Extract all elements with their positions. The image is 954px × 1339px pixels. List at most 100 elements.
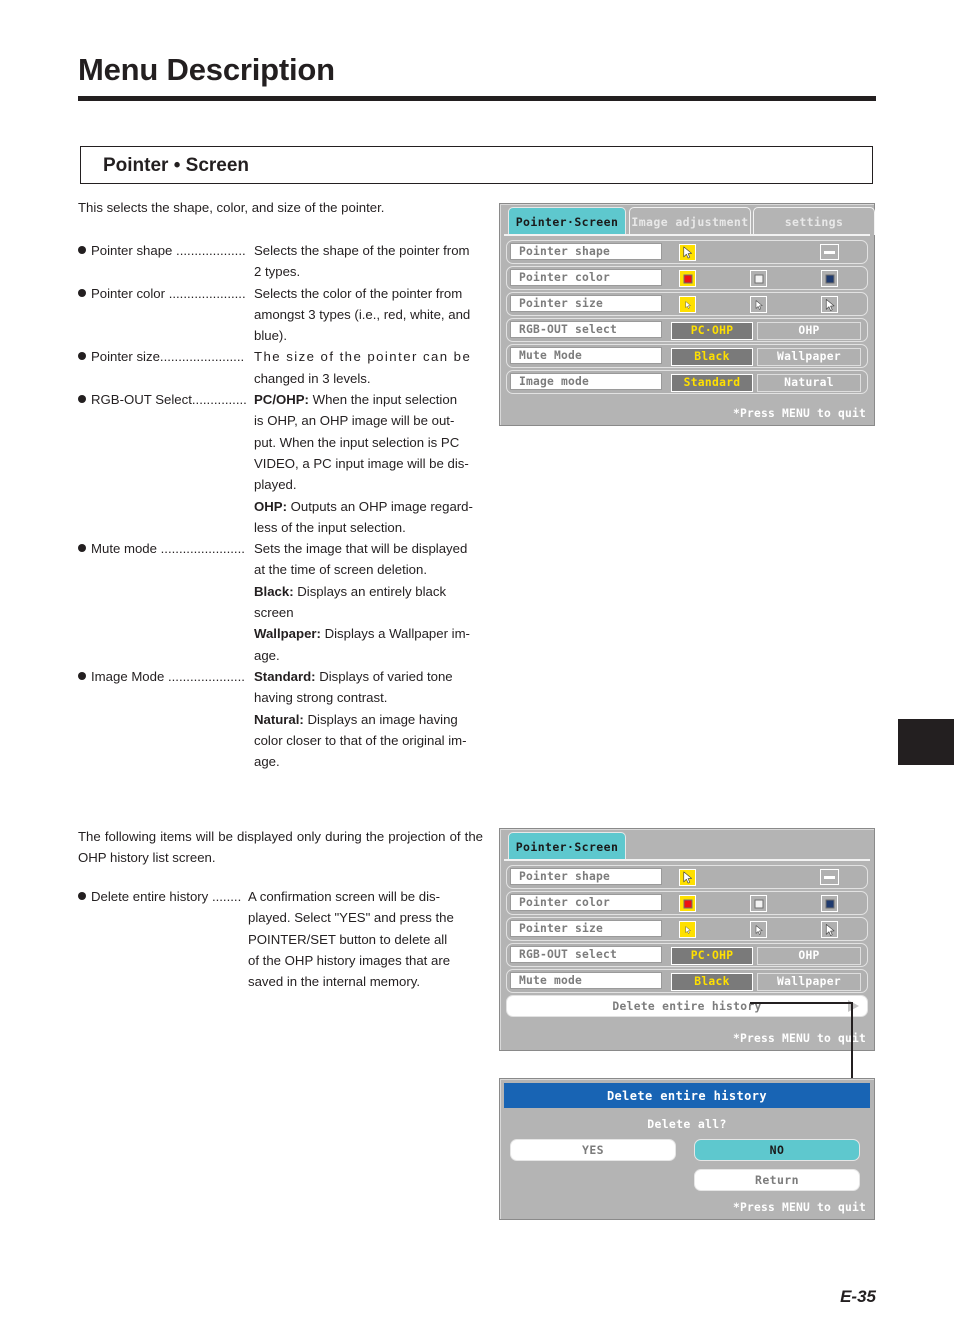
osd-option-wallpaper[interactable]: Wallpaper [757, 347, 861, 366]
osd-row-pointer-color[interactable]: Pointer color [506, 891, 868, 915]
dialog-button-no[interactable]: NO [694, 1139, 860, 1161]
osd-row-mute-mode[interactable]: Mute Mode Black Wallpaper [506, 344, 868, 368]
cursor-large-icon[interactable] [821, 921, 838, 938]
osd-row-rgb-out-select[interactable]: RGB-OUT select PC·OHP OHP [506, 943, 868, 967]
cursor-medium-icon[interactable] [750, 921, 767, 938]
cursor-arrow-icon[interactable] [679, 244, 696, 261]
cursor-size-glyph [683, 300, 692, 309]
osd1-tabbar: Pointer·Screen Image adjustment settings [504, 207, 875, 237]
osd-row-label: Pointer shape [510, 243, 662, 260]
definition-term: RGB-OUT Select............... [78, 389, 254, 410]
osd-row-label: Pointer color [510, 269, 662, 286]
cursor-large-icon[interactable] [821, 296, 838, 313]
definition-description-line: Black: Displays an entirely black [254, 583, 447, 599]
color-chip [754, 274, 763, 283]
intro-paragraph: This selects the shape, color, and size … [78, 200, 385, 215]
osd-row-pointer-shape[interactable]: Pointer shape [506, 865, 868, 889]
tab-settings[interactable]: settings [753, 207, 875, 235]
definition-description-line: age. [254, 754, 280, 770]
color-swatch-red-icon[interactable] [679, 270, 696, 287]
cursor-glyph [684, 300, 691, 309]
tab-image-adjustment[interactable]: Image adjustment [629, 207, 751, 235]
osd2-tab-underline [504, 859, 870, 861]
osd-option-black[interactable]: Black [671, 347, 753, 366]
definition-description-line: played. [254, 477, 297, 493]
definition-description: Standard: Displays of varied tone [254, 668, 453, 684]
cursor-glyph [684, 925, 691, 934]
color-swatch-white-icon[interactable] [750, 895, 767, 912]
definition-row: Image Mode ..................... Standard… [78, 666, 483, 687]
cursor-small-icon[interactable] [679, 921, 696, 938]
bullet-icon [78, 395, 86, 404]
definition-term: Pointer color ..................... [78, 283, 254, 304]
cursor-glyph [683, 246, 692, 259]
osd-row-label: Image mode [510, 373, 662, 390]
color-chip [825, 274, 834, 283]
cursor-medium-icon[interactable] [750, 296, 767, 313]
color-swatch-white-icon[interactable] [750, 270, 767, 287]
osd-row-delete-entire-history[interactable]: Delete entire history [506, 995, 868, 1017]
manual-page: Menu Description Pointer • Screen This s… [0, 0, 954, 1339]
osd-option-pc-ohp[interactable]: PC·OHP [671, 946, 753, 965]
osd-row-rgb-out-select[interactable]: RGB-OUT select PC·OHP OHP [506, 318, 868, 342]
definition-description-line: blue). [254, 328, 287, 344]
osd-option-ohp[interactable]: OHP [757, 321, 861, 340]
definition-description: Selects the color of the pointer from [254, 285, 463, 301]
bullet-icon [78, 246, 86, 254]
osd-menu-history-variant: Pointer·Screen *Press MENU to quit Point… [499, 828, 875, 1051]
osd-row-label: Mute Mode [510, 347, 662, 364]
osd-row-label: Pointer shape [510, 868, 662, 885]
definition-description-line: 2 types. [254, 264, 301, 280]
dash-bar-icon[interactable] [820, 869, 839, 885]
cursor-arrow-icon[interactable] [679, 869, 696, 886]
color-chip [754, 899, 763, 908]
cursor-size-glyph [753, 924, 765, 936]
tab-pointer-screen[interactable]: Pointer·Screen [508, 207, 626, 235]
osd-option-natural[interactable]: Natural [757, 373, 861, 392]
osd-option-ohp[interactable]: OHP [757, 946, 861, 965]
bullet-icon [78, 671, 86, 680]
osd1-tab-underline [504, 234, 870, 236]
osd-row-mute-mode[interactable]: Mute mode Black Wallpaper [506, 969, 868, 993]
osd1-footer-hint: *Press MENU to quit [732, 407, 866, 420]
definition-description-line: amongst 3 types (i.e., red, white, and [254, 306, 471, 322]
tab-label: settings [784, 214, 844, 229]
osd-row-pointer-shape[interactable]: Pointer shape [506, 240, 868, 264]
osd-row-pointer-size[interactable]: Pointer size [506, 917, 868, 941]
color-swatch-blue-icon[interactable] [821, 270, 838, 287]
cursor-small-icon[interactable] [679, 296, 696, 313]
definition-row: Delete entire history ........ A confirma… [78, 886, 483, 907]
osd-option-standard[interactable]: Standard [671, 373, 753, 392]
definition-description-line: at the time of screen deletion. [254, 562, 428, 578]
osd-row-pointer-color[interactable]: Pointer color [506, 266, 868, 290]
osd-option-pc-ohp[interactable]: PC·OHP [671, 321, 753, 340]
dialog-button-yes[interactable]: YES [510, 1139, 676, 1161]
cursor-size-glyph [683, 925, 692, 934]
osd-row-pointer-size[interactable]: Pointer size [506, 292, 868, 316]
tab-label: Pointer·Screen [515, 214, 619, 229]
osd-option-black[interactable]: Black [671, 972, 753, 991]
page-number: E-35 [840, 1287, 876, 1306]
color-swatch-red-icon[interactable] [679, 895, 696, 912]
definition-description-line: POINTER/SET button to delete all [248, 931, 448, 947]
color-swatch-blue-icon[interactable] [821, 895, 838, 912]
section-title: Pointer • Screen [103, 155, 250, 176]
dialog-button-return[interactable]: Return [694, 1169, 860, 1191]
dash-bar-icon[interactable] [820, 244, 839, 260]
definition-description-line: saved in the internal memory. [248, 974, 421, 990]
osd-option-wallpaper[interactable]: Wallpaper [757, 972, 861, 991]
history-note-paragraph: The following items will be displayed on… [78, 829, 483, 866]
cursor-glyph [825, 298, 834, 311]
callout-connector-horizontal [750, 1002, 852, 1004]
definition-term: Image Mode ..................... [78, 666, 254, 687]
tab-label: Image adjustment [631, 214, 749, 229]
definition-description-line: played. Select "YES" and press the [248, 910, 454, 926]
bullet-icon [78, 288, 86, 297]
tab-pointer-screen[interactable]: Pointer·Screen [508, 832, 626, 860]
dialog-question: Delete all? [647, 1117, 727, 1131]
bullet-icon [78, 352, 86, 361]
dash-bar [824, 876, 835, 879]
definition-description-line: having strong contrast. [254, 690, 388, 706]
osd-row-image-mode[interactable]: Image mode Standard Natural [506, 370, 868, 394]
definition-description-line: less of the input selection. [254, 519, 406, 535]
